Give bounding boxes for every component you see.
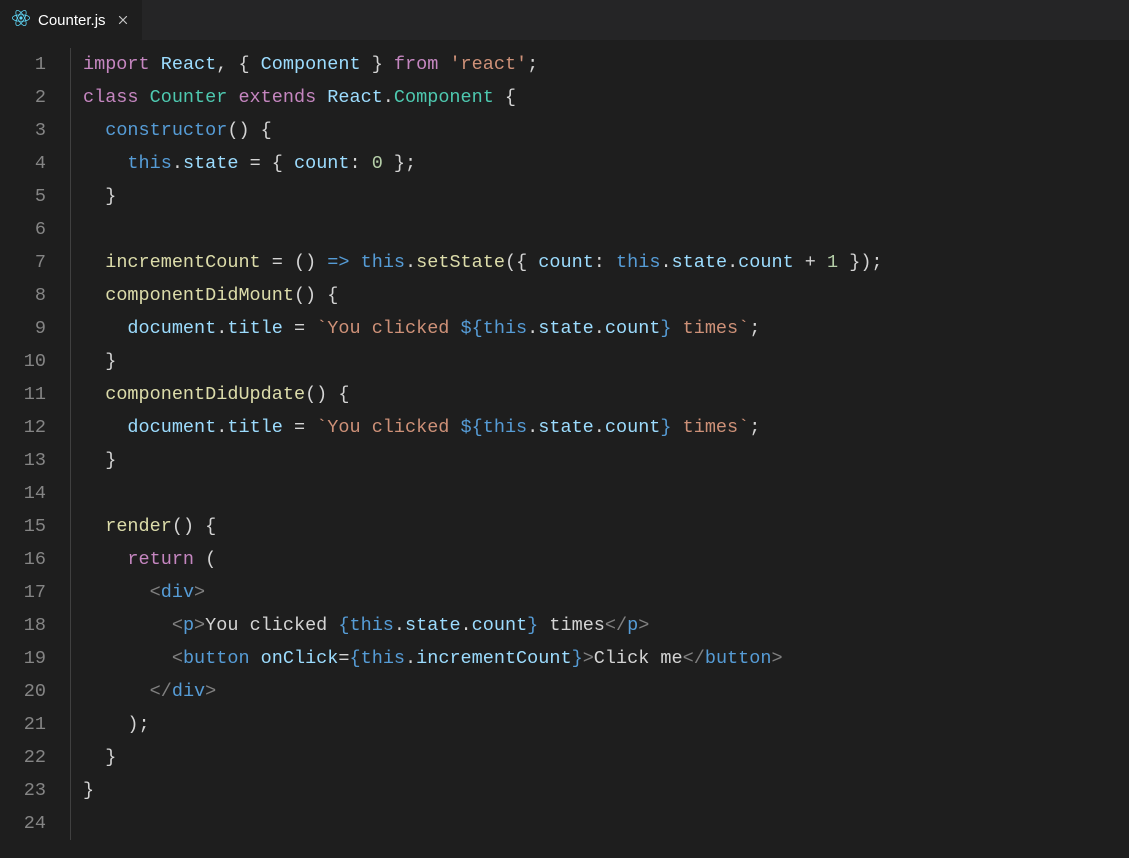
code-line[interactable]: document.title = `You clicked ${this.sta… <box>70 411 1129 444</box>
editor-tab[interactable]: Counter.js <box>0 0 142 40</box>
line-number: 6 <box>0 213 70 246</box>
line-number: 18 <box>0 609 70 642</box>
line-number: 8 <box>0 279 70 312</box>
line-number: 15 <box>0 510 70 543</box>
code-line[interactable]: <button onClick={this.incrementCount}>Cl… <box>70 642 1129 675</box>
line-number: 1 <box>0 48 70 81</box>
line-number: 4 <box>0 147 70 180</box>
code-line[interactable]: incrementCount = () => this.setState({ c… <box>70 246 1129 279</box>
code-line[interactable]: componentDidUpdate() { <box>70 378 1129 411</box>
code-line[interactable]: return ( <box>70 543 1129 576</box>
code-line[interactable]: constructor() { <box>70 114 1129 147</box>
code-line[interactable]: </div> <box>70 675 1129 708</box>
line-number-gutter: 123456789101112131415161718192021222324 <box>0 48 70 858</box>
line-number: 19 <box>0 642 70 675</box>
line-number: 14 <box>0 477 70 510</box>
line-number: 13 <box>0 444 70 477</box>
code-line[interactable]: <p>You clicked {this.state.count} times<… <box>70 609 1129 642</box>
line-number: 10 <box>0 345 70 378</box>
line-number: 16 <box>0 543 70 576</box>
line-number: 2 <box>0 81 70 114</box>
code-line[interactable]: } <box>70 741 1129 774</box>
code-line[interactable]: } <box>70 345 1129 378</box>
code-line[interactable]: <div> <box>70 576 1129 609</box>
line-number: 9 <box>0 312 70 345</box>
line-number: 12 <box>0 411 70 444</box>
tab-filename: Counter.js <box>38 12 106 29</box>
code-line[interactable]: this.state = { count: 0 }; <box>70 147 1129 180</box>
code-line[interactable]: } <box>70 180 1129 213</box>
code-line[interactable]: import React, { Component } from 'react'… <box>70 48 1129 81</box>
code-line[interactable] <box>70 807 1129 840</box>
tab-bar: Counter.js <box>0 0 1129 40</box>
line-number: 23 <box>0 774 70 807</box>
line-number: 3 <box>0 114 70 147</box>
code-line[interactable]: componentDidMount() { <box>70 279 1129 312</box>
react-icon <box>12 9 30 31</box>
code-line[interactable]: } <box>70 444 1129 477</box>
line-number: 17 <box>0 576 70 609</box>
line-number: 21 <box>0 708 70 741</box>
close-icon[interactable] <box>114 11 132 29</box>
line-number: 20 <box>0 675 70 708</box>
code-area[interactable]: import React, { Component } from 'react'… <box>70 48 1129 858</box>
line-number: 22 <box>0 741 70 774</box>
line-number: 5 <box>0 180 70 213</box>
code-editor[interactable]: 123456789101112131415161718192021222324 … <box>0 40 1129 858</box>
code-line[interactable]: class Counter extends React.Component { <box>70 81 1129 114</box>
code-line[interactable]: ); <box>70 708 1129 741</box>
code-line[interactable]: render() { <box>70 510 1129 543</box>
code-line[interactable]: document.title = `You clicked ${this.sta… <box>70 312 1129 345</box>
line-number: 24 <box>0 807 70 840</box>
code-line[interactable] <box>70 477 1129 510</box>
line-number: 11 <box>0 378 70 411</box>
line-number: 7 <box>0 246 70 279</box>
code-line[interactable] <box>70 213 1129 246</box>
code-line[interactable]: } <box>70 774 1129 807</box>
